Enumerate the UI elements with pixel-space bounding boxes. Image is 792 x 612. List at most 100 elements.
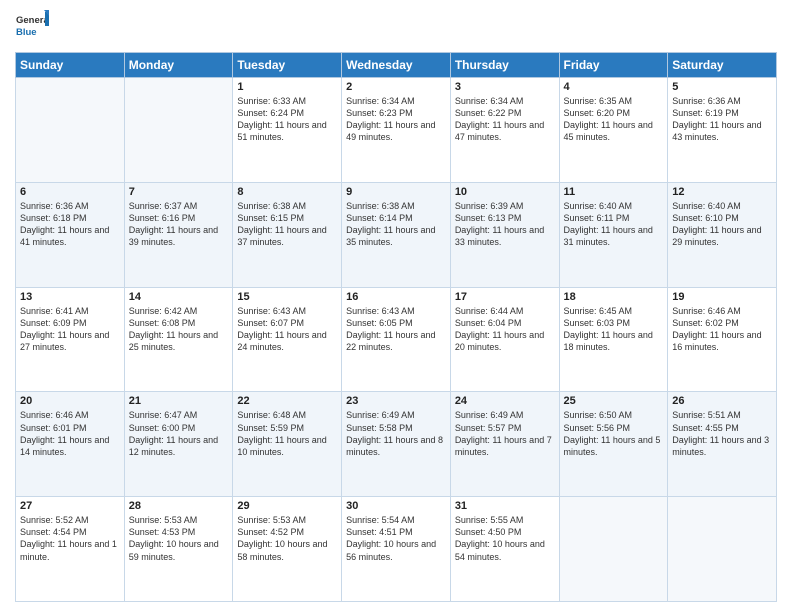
daylight-text: Daylight: 11 hours and 29 minutes. (672, 225, 761, 247)
sunset-text: Sunset: 4:50 PM (455, 527, 522, 537)
table-row: 12 Sunrise: 6:40 AM Sunset: 6:10 PM Dayl… (668, 182, 777, 287)
daylight-text: Daylight: 11 hours and 16 minutes. (672, 330, 761, 352)
table-row: 18 Sunrise: 6:45 AM Sunset: 6:03 PM Dayl… (559, 287, 668, 392)
sunset-text: Sunset: 6:01 PM (20, 423, 87, 433)
table-row: 24 Sunrise: 6:49 AM Sunset: 5:57 PM Dayl… (450, 392, 559, 497)
table-row: 8 Sunrise: 6:38 AM Sunset: 6:15 PM Dayli… (233, 182, 342, 287)
table-row (668, 497, 777, 602)
day-number: 3 (455, 81, 555, 93)
table-row: 3 Sunrise: 6:34 AM Sunset: 6:22 PM Dayli… (450, 78, 559, 183)
table-row: 2 Sunrise: 6:34 AM Sunset: 6:23 PM Dayli… (342, 78, 451, 183)
day-number: 10 (455, 186, 555, 198)
day-number: 21 (129, 395, 229, 407)
day-number: 28 (129, 500, 229, 512)
sunset-text: Sunset: 6:16 PM (129, 213, 196, 223)
sunset-text: Sunset: 6:02 PM (672, 318, 739, 328)
page: General Blue Sunday Monday Tuesday Wedne… (0, 0, 792, 612)
table-row: 28 Sunrise: 5:53 AM Sunset: 4:53 PM Dayl… (124, 497, 233, 602)
day-number: 25 (564, 395, 664, 407)
day-number: 26 (672, 395, 772, 407)
sunrise-text: Sunrise: 6:34 AM (455, 96, 524, 106)
sunrise-text: Sunrise: 6:38 AM (237, 201, 306, 211)
daylight-text: Daylight: 11 hours and 51 minutes. (237, 120, 326, 142)
sunrise-text: Sunrise: 6:46 AM (672, 306, 741, 316)
sunset-text: Sunset: 6:07 PM (237, 318, 304, 328)
table-row: 31 Sunrise: 5:55 AM Sunset: 4:50 PM Dayl… (450, 497, 559, 602)
sunrise-text: Sunrise: 6:46 AM (20, 410, 89, 420)
daylight-text: Daylight: 11 hours and 24 minutes. (237, 330, 326, 352)
sunset-text: Sunset: 6:19 PM (672, 108, 739, 118)
col-sunday: Sunday (16, 53, 125, 78)
daylight-text: Daylight: 11 hours and 25 minutes. (129, 330, 218, 352)
col-friday: Friday (559, 53, 668, 78)
sunrise-text: Sunrise: 6:42 AM (129, 306, 198, 316)
table-row: 1 Sunrise: 6:33 AM Sunset: 6:24 PM Dayli… (233, 78, 342, 183)
daylight-text: Daylight: 11 hours and 3 minutes. (672, 435, 769, 457)
sunset-text: Sunset: 4:53 PM (129, 527, 196, 537)
table-row: 13 Sunrise: 6:41 AM Sunset: 6:09 PM Dayl… (16, 287, 125, 392)
logo-svg: General Blue (15, 10, 49, 44)
sunset-text: Sunset: 6:23 PM (346, 108, 413, 118)
table-row (16, 78, 125, 183)
daylight-text: Daylight: 11 hours and 33 minutes. (455, 225, 544, 247)
table-row: 17 Sunrise: 6:44 AM Sunset: 6:04 PM Dayl… (450, 287, 559, 392)
daylight-text: Daylight: 11 hours and 18 minutes. (564, 330, 653, 352)
table-row: 11 Sunrise: 6:40 AM Sunset: 6:11 PM Dayl… (559, 182, 668, 287)
table-row: 20 Sunrise: 6:46 AM Sunset: 6:01 PM Dayl… (16, 392, 125, 497)
sunrise-text: Sunrise: 6:39 AM (455, 201, 524, 211)
col-tuesday: Tuesday (233, 53, 342, 78)
daylight-text: Daylight: 11 hours and 43 minutes. (672, 120, 761, 142)
sunrise-text: Sunrise: 6:47 AM (129, 410, 198, 420)
sunrise-text: Sunrise: 6:37 AM (129, 201, 198, 211)
sunrise-text: Sunrise: 6:38 AM (346, 201, 415, 211)
day-number: 2 (346, 81, 446, 93)
header: General Blue (15, 10, 777, 44)
day-number: 6 (20, 186, 120, 198)
sunrise-text: Sunrise: 6:43 AM (237, 306, 306, 316)
day-number: 12 (672, 186, 772, 198)
daylight-text: Daylight: 11 hours and 5 minutes. (564, 435, 661, 457)
sunrise-text: Sunrise: 6:49 AM (455, 410, 524, 420)
day-number: 9 (346, 186, 446, 198)
sunrise-text: Sunrise: 6:35 AM (564, 96, 633, 106)
table-row: 5 Sunrise: 6:36 AM Sunset: 6:19 PM Dayli… (668, 78, 777, 183)
table-row: 25 Sunrise: 6:50 AM Sunset: 5:56 PM Dayl… (559, 392, 668, 497)
daylight-text: Daylight: 11 hours and 31 minutes. (564, 225, 653, 247)
table-row: 14 Sunrise: 6:42 AM Sunset: 6:08 PM Dayl… (124, 287, 233, 392)
day-number: 17 (455, 291, 555, 303)
day-number: 8 (237, 186, 337, 198)
day-number: 14 (129, 291, 229, 303)
daylight-text: Daylight: 11 hours and 27 minutes. (20, 330, 109, 352)
daylight-text: Daylight: 11 hours and 49 minutes. (346, 120, 435, 142)
sunset-text: Sunset: 6:18 PM (20, 213, 87, 223)
sunset-text: Sunset: 5:59 PM (237, 423, 304, 433)
daylight-text: Daylight: 11 hours and 10 minutes. (237, 435, 326, 457)
calendar-week-row: 27 Sunrise: 5:52 AM Sunset: 4:54 PM Dayl… (16, 497, 777, 602)
sunset-text: Sunset: 4:55 PM (672, 423, 739, 433)
sunrise-text: Sunrise: 6:48 AM (237, 410, 306, 420)
sunrise-text: Sunrise: 6:36 AM (672, 96, 741, 106)
table-row: 6 Sunrise: 6:36 AM Sunset: 6:18 PM Dayli… (16, 182, 125, 287)
sunset-text: Sunset: 6:15 PM (237, 213, 304, 223)
table-row: 10 Sunrise: 6:39 AM Sunset: 6:13 PM Dayl… (450, 182, 559, 287)
col-thursday: Thursday (450, 53, 559, 78)
daylight-text: Daylight: 11 hours and 1 minute. (20, 539, 117, 561)
col-monday: Monday (124, 53, 233, 78)
daylight-text: Daylight: 11 hours and 37 minutes. (237, 225, 326, 247)
calendar-week-row: 13 Sunrise: 6:41 AM Sunset: 6:09 PM Dayl… (16, 287, 777, 392)
daylight-text: Daylight: 11 hours and 22 minutes. (346, 330, 435, 352)
daylight-text: Daylight: 10 hours and 56 minutes. (346, 539, 436, 561)
sunset-text: Sunset: 6:24 PM (237, 108, 304, 118)
day-number: 1 (237, 81, 337, 93)
sunrise-text: Sunrise: 6:45 AM (564, 306, 633, 316)
sunset-text: Sunset: 6:14 PM (346, 213, 413, 223)
daylight-text: Daylight: 11 hours and 41 minutes. (20, 225, 109, 247)
day-number: 24 (455, 395, 555, 407)
sunset-text: Sunset: 6:04 PM (455, 318, 522, 328)
sunrise-text: Sunrise: 6:33 AM (237, 96, 306, 106)
sunset-text: Sunset: 6:09 PM (20, 318, 87, 328)
sunrise-text: Sunrise: 6:49 AM (346, 410, 415, 420)
sunset-text: Sunset: 5:56 PM (564, 423, 631, 433)
table-row: 4 Sunrise: 6:35 AM Sunset: 6:20 PM Dayli… (559, 78, 668, 183)
daylight-text: Daylight: 11 hours and 20 minutes. (455, 330, 544, 352)
